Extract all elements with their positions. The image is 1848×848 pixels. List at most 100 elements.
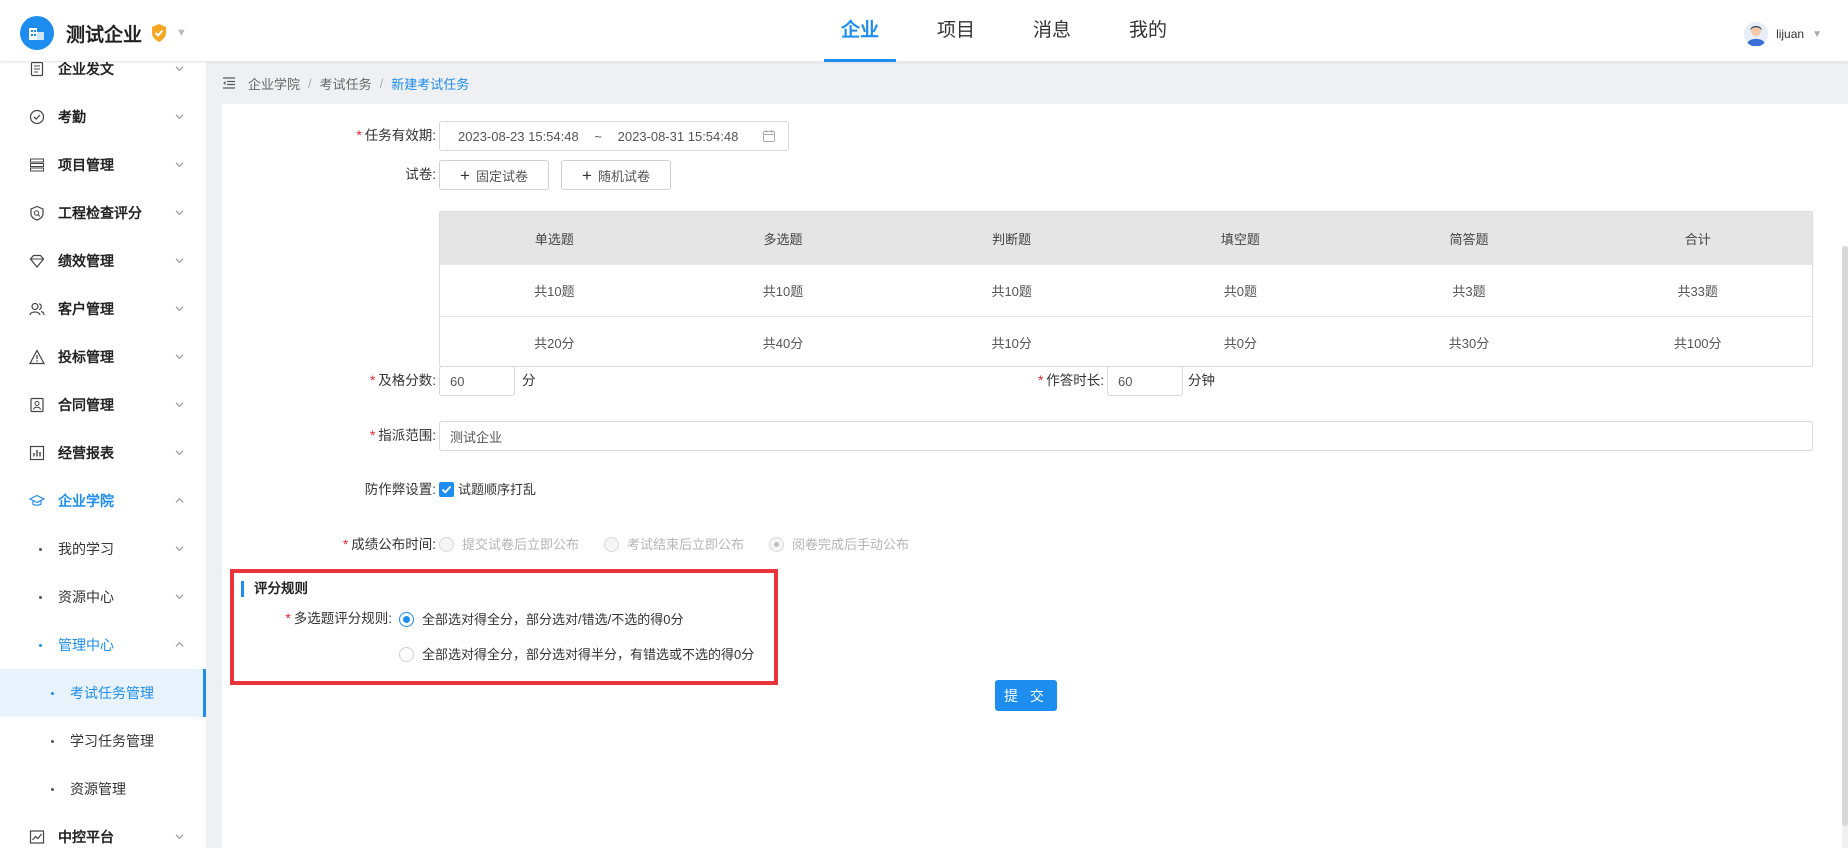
nav-tab-messages[interactable]: 消息 bbox=[1004, 0, 1100, 62]
sidebar-item-academy[interactable]: 企业学院 bbox=[0, 477, 206, 525]
duration-unit: 分钟 bbox=[1188, 373, 1215, 388]
scrollbar[interactable] bbox=[1842, 246, 1848, 848]
required-mark: * bbox=[356, 128, 362, 143]
sidebar-item-label: 绩效管理 bbox=[58, 253, 114, 269]
breadcrumb-separator: / bbox=[308, 75, 312, 91]
user-menu[interactable]: lijuan ▼ bbox=[1744, 22, 1822, 46]
user-name: lijuan bbox=[1776, 27, 1805, 41]
building-icon bbox=[20, 16, 54, 50]
sidebar-item-my-learning[interactable]: 我的学习 bbox=[0, 525, 206, 573]
shuffle-questions-label[interactable]: 试题顺序打乱 bbox=[458, 482, 536, 498]
sidebar-item-reports[interactable]: 经营报表 bbox=[0, 429, 206, 477]
bullet-dot-icon bbox=[39, 548, 42, 551]
document-icon bbox=[30, 62, 44, 77]
publish-on-submit-radio[interactable] bbox=[439, 537, 454, 552]
sidebar-item-label: 工程检查评分 bbox=[58, 205, 142, 221]
table-header-row: 单选题 多选题 判断题 填空题 简答题 合计 bbox=[440, 212, 1812, 264]
sidebar-item-project-management[interactable]: 项目管理 bbox=[0, 141, 206, 189]
sidebar-item-exam-task-management[interactable]: 考试任务管理 bbox=[0, 669, 206, 717]
pass-score-input[interactable]: 60 bbox=[439, 366, 515, 396]
users-icon bbox=[29, 302, 45, 316]
scope-label: * 指派范围: bbox=[369, 428, 436, 443]
publish-manual-label[interactable]: 阅卷完成后手动公布 bbox=[792, 537, 909, 553]
scrollbar-thumb[interactable] bbox=[1842, 246, 1848, 826]
question-summary-table: 单选题 多选题 判断题 填空题 简答题 合计 共10题 共10题 共10题 共0… bbox=[439, 211, 1813, 367]
check-circle-icon bbox=[29, 109, 45, 125]
sidebar-item-customers[interactable]: 客户管理 bbox=[0, 285, 206, 333]
sidebar-item-inspection-scoring[interactable]: 工程检查评分 bbox=[0, 189, 206, 237]
breadcrumb-item[interactable]: 考试任务 bbox=[320, 74, 372, 93]
publish-manual-radio[interactable] bbox=[769, 537, 784, 552]
sidebar-item-attendance[interactable]: 考勤 bbox=[0, 93, 206, 141]
table-header: 判断题 bbox=[992, 231, 1032, 247]
sidebar-item-label: 企业发文 bbox=[58, 62, 114, 77]
publish-on-exam-end-label[interactable]: 考试结束后立即公布 bbox=[627, 537, 744, 553]
pass-score-unit: 分 bbox=[522, 373, 536, 388]
sidebar-item-bidding[interactable]: 投标管理 bbox=[0, 333, 206, 381]
nav-tab-mine[interactable]: 我的 bbox=[1100, 0, 1196, 62]
table-cell: 共10题 bbox=[534, 284, 575, 299]
random-paper-button[interactable]: + 随机试卷 bbox=[561, 160, 671, 190]
chevron-down-icon bbox=[175, 162, 184, 168]
chevron-up-icon bbox=[175, 497, 184, 503]
multi-choice-rule-half-credit-label[interactable]: 全部选对得全分，部分选对得半分，有错选或不选的得0分 bbox=[422, 647, 754, 663]
table-cell: 共20分 bbox=[534, 336, 575, 351]
table-cell: 共0分 bbox=[1223, 336, 1257, 351]
graduation-cap-icon bbox=[29, 494, 45, 506]
table-header: 简答题 bbox=[1449, 231, 1489, 247]
chevron-down-icon bbox=[175, 594, 184, 600]
check-icon bbox=[441, 485, 452, 494]
publish-on-exam-end-radio[interactable] bbox=[604, 537, 619, 552]
sidebar-item-management-center[interactable]: 管理中心 bbox=[0, 621, 206, 669]
required-mark: * bbox=[285, 611, 291, 626]
sidebar-item-learning-task-management[interactable]: 学习任务管理 bbox=[0, 717, 206, 765]
company-switcher[interactable]: 测试企业 ▼ bbox=[20, 16, 187, 50]
sidebar-item-contracts[interactable]: 合同管理 bbox=[0, 381, 206, 429]
required-mark: * bbox=[369, 428, 376, 443]
table-cell: 共10题 bbox=[991, 284, 1032, 299]
multi-choice-rule-all-or-nothing-radio[interactable] bbox=[399, 612, 414, 627]
shield-check-icon bbox=[152, 24, 167, 42]
nav-tab-project[interactable]: 项目 bbox=[908, 0, 1004, 62]
validity-start: 2023-08-23 15:54:48 bbox=[458, 128, 579, 144]
scope-input[interactable]: 测试企业 bbox=[439, 421, 1813, 451]
breadcrumb: 企业学院 / 考试任务 / 新建考试任务 bbox=[206, 62, 1848, 104]
exam-task-form: * 任务有效期: 2023-08-23 15:54:48 ~ 2023-08-31… bbox=[222, 104, 1848, 848]
diamond-icon bbox=[29, 254, 45, 268]
calendar-icon bbox=[763, 130, 775, 142]
table-cell: 共0题 bbox=[1223, 284, 1257, 299]
sidebar-item-control-platform[interactable]: 中控平台 bbox=[0, 813, 206, 848]
validity-date-range-picker[interactable]: 2023-08-23 15:54:48 ~ 2023-08-31 15:54:4… bbox=[439, 121, 789, 151]
multi-choice-rule-half-credit-radio[interactable] bbox=[399, 647, 414, 662]
table-header: 填空题 bbox=[1220, 231, 1260, 247]
sidebar-item-performance[interactable]: 绩效管理 bbox=[0, 237, 206, 285]
sidebar-item-label: 项目管理 bbox=[58, 157, 114, 173]
chevron-down-icon bbox=[175, 66, 184, 72]
fixed-paper-button[interactable]: + 固定试卷 bbox=[439, 160, 549, 190]
breadcrumb-item[interactable]: 企业学院 bbox=[248, 74, 300, 93]
scoring-rules-title: 评分规则 bbox=[241, 581, 308, 597]
chevron-down-icon bbox=[175, 354, 184, 360]
sidebar-item-label: 管理中心 bbox=[58, 637, 114, 653]
duration-input[interactable]: 60 bbox=[1107, 366, 1183, 396]
chevron-down-icon: ▼ bbox=[1812, 28, 1822, 40]
multi-choice-rule-all-or-nothing-label[interactable]: 全部选对得全分，部分选对/错选/不选的得0分 bbox=[422, 612, 683, 628]
sidebar-item-resource-center[interactable]: 资源中心 bbox=[0, 573, 206, 621]
shuffle-questions-checkbox[interactable] bbox=[439, 482, 454, 497]
submit-button[interactable]: 提 交 bbox=[995, 680, 1057, 711]
sidebar-item-label: 考试任务管理 bbox=[70, 685, 154, 701]
chevron-up-icon bbox=[175, 641, 184, 647]
sidebar-item-enterprise-docs[interactable]: 企业发文 bbox=[0, 62, 206, 93]
user-avatar-icon bbox=[1744, 22, 1769, 46]
breadcrumb-separator: / bbox=[379, 75, 384, 91]
table-cell: 共3题 bbox=[1452, 284, 1486, 299]
anti-cheat-label: 防作弊设置: bbox=[364, 482, 436, 497]
sidebar-item-label: 资源中心 bbox=[58, 589, 114, 605]
publish-on-submit-label[interactable]: 提交试卷后立即公布 bbox=[462, 537, 579, 553]
menu-fold-icon[interactable] bbox=[222, 76, 236, 90]
multi-choice-rule-label: * 多选题评分规则: bbox=[285, 611, 392, 626]
sidebar-item-resource-management[interactable]: 资源管理 bbox=[0, 765, 206, 813]
sidebar-item-label: 中控平台 bbox=[58, 829, 114, 845]
bullet-dot-icon bbox=[51, 788, 54, 791]
nav-tab-enterprise[interactable]: 企业 bbox=[812, 0, 908, 62]
